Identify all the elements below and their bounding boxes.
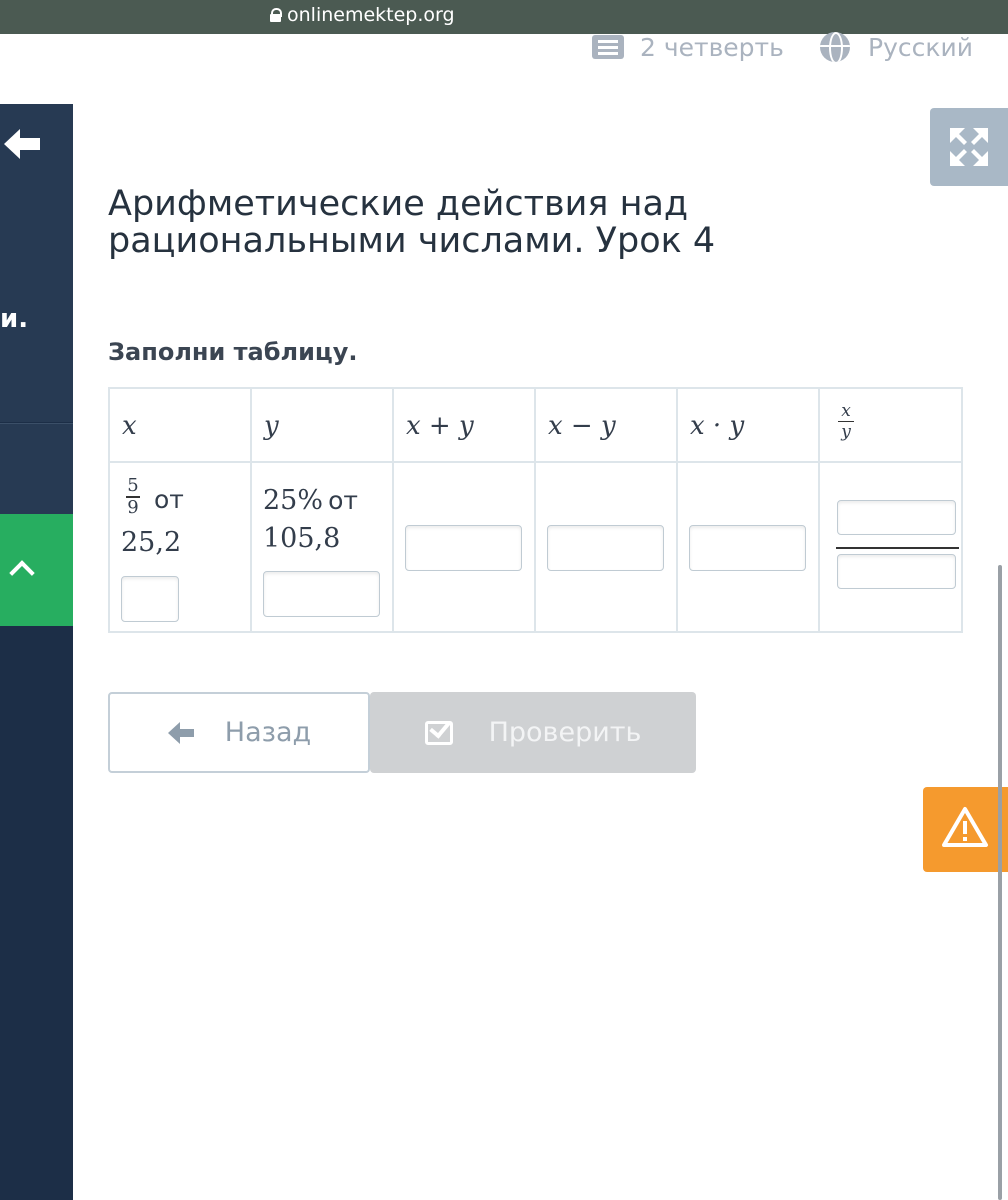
y-base-value: 105,8 <box>263 523 341 554</box>
header-difference: x − y <box>548 411 616 441</box>
x-fraction: 5 9 <box>126 476 140 518</box>
quotient-denominator-label: y <box>841 422 851 442</box>
header-cell: y <box>250 387 394 463</box>
globe-icon <box>820 32 850 62</box>
lock-icon <box>270 8 282 22</box>
checkbox-icon <box>424 720 453 745</box>
cell-sum <box>392 461 536 633</box>
header-cell: x + y <box>392 387 536 463</box>
y-answer-input[interactable] <box>263 571 380 617</box>
sum-input[interactable] <box>405 525 522 571</box>
report-problem-button[interactable] <box>923 787 1008 872</box>
header-cell: x y <box>818 387 963 463</box>
sidebar: и. <box>0 104 73 1200</box>
language-selector[interactable]: Русский <box>820 30 973 64</box>
fraction-bar <box>836 547 959 549</box>
cell-product <box>676 461 820 633</box>
fullscreen-button[interactable] <box>930 108 1008 186</box>
check-button-label: Проверить <box>488 717 642 748</box>
back-button[interactable]: Назад <box>108 692 370 773</box>
expand-icon <box>950 128 988 166</box>
sidebar-header: и. <box>0 104 73 422</box>
arrow-left-icon <box>167 721 194 744</box>
cell-difference <box>534 461 678 633</box>
quotient-numerator-input[interactable] <box>837 500 956 535</box>
sidebar-section[interactable] <box>0 423 73 514</box>
difference-input[interactable] <box>547 525 664 571</box>
task-instruction: Заполни таблицу. <box>108 338 358 366</box>
x-fraction-numerator: 5 <box>126 475 140 498</box>
table-header-row: x y x + y x − y x · y x y <box>108 387 963 463</box>
lesson-title: Арифметические действия над рациональным… <box>108 184 716 261</box>
quotient-numerator-label: x <box>838 401 854 422</box>
url-display[interactable]: onlinemektep.org <box>270 4 455 26</box>
header-cell: x · y <box>676 387 820 463</box>
x-fraction-denominator: 9 <box>127 497 139 518</box>
quarter-label: 2 четверть <box>640 32 784 62</box>
header-x: x <box>122 411 137 441</box>
list-icon <box>592 35 624 59</box>
back-arrow-icon[interactable] <box>2 126 42 162</box>
cell-y: 25% от 105,8 <box>250 461 394 633</box>
quarter-selector[interactable]: 2 четверть <box>592 30 784 64</box>
sidebar-truncated-text: и. <box>0 304 29 334</box>
y-percent: 25% <box>263 485 324 516</box>
back-button-label: Назад <box>224 717 312 748</box>
product-input[interactable] <box>689 525 806 571</box>
header-product: x · y <box>690 411 745 441</box>
chevron-up-icon <box>9 560 35 586</box>
header-cell: x <box>108 387 252 463</box>
header-y: y <box>264 411 279 441</box>
quotient-denominator-input[interactable] <box>837 554 956 589</box>
table-row: 5 9 от 25,2 25% от 105,8 <box>108 461 963 633</box>
x-of-word: от <box>154 485 184 514</box>
warning-icon <box>942 807 988 847</box>
header-sum: x + y <box>406 411 474 441</box>
y-percent-line: 25% от <box>263 485 358 516</box>
x-answer-input[interactable] <box>121 576 179 622</box>
url-text: onlinemektep.org <box>287 4 455 26</box>
cell-x: 5 9 от 25,2 <box>108 461 252 633</box>
y-of-word: от <box>328 486 358 515</box>
check-button[interactable]: Проверить <box>370 692 696 773</box>
header-cell: x − y <box>534 387 678 463</box>
cell-quotient <box>818 461 963 633</box>
language-label: Русский <box>868 32 973 62</box>
x-base-value: 25,2 <box>121 527 182 558</box>
sidebar-collapse-button[interactable] <box>0 514 73 626</box>
page-scrollbar[interactable] <box>998 565 1002 1200</box>
header-quotient: x y <box>838 401 854 442</box>
browser-address-bar[interactable]: onlinemektep.org <box>0 0 1008 34</box>
exercise-table: x y x + y x − y x · y x y 5 9 от 25,2 25… <box>108 387 963 633</box>
